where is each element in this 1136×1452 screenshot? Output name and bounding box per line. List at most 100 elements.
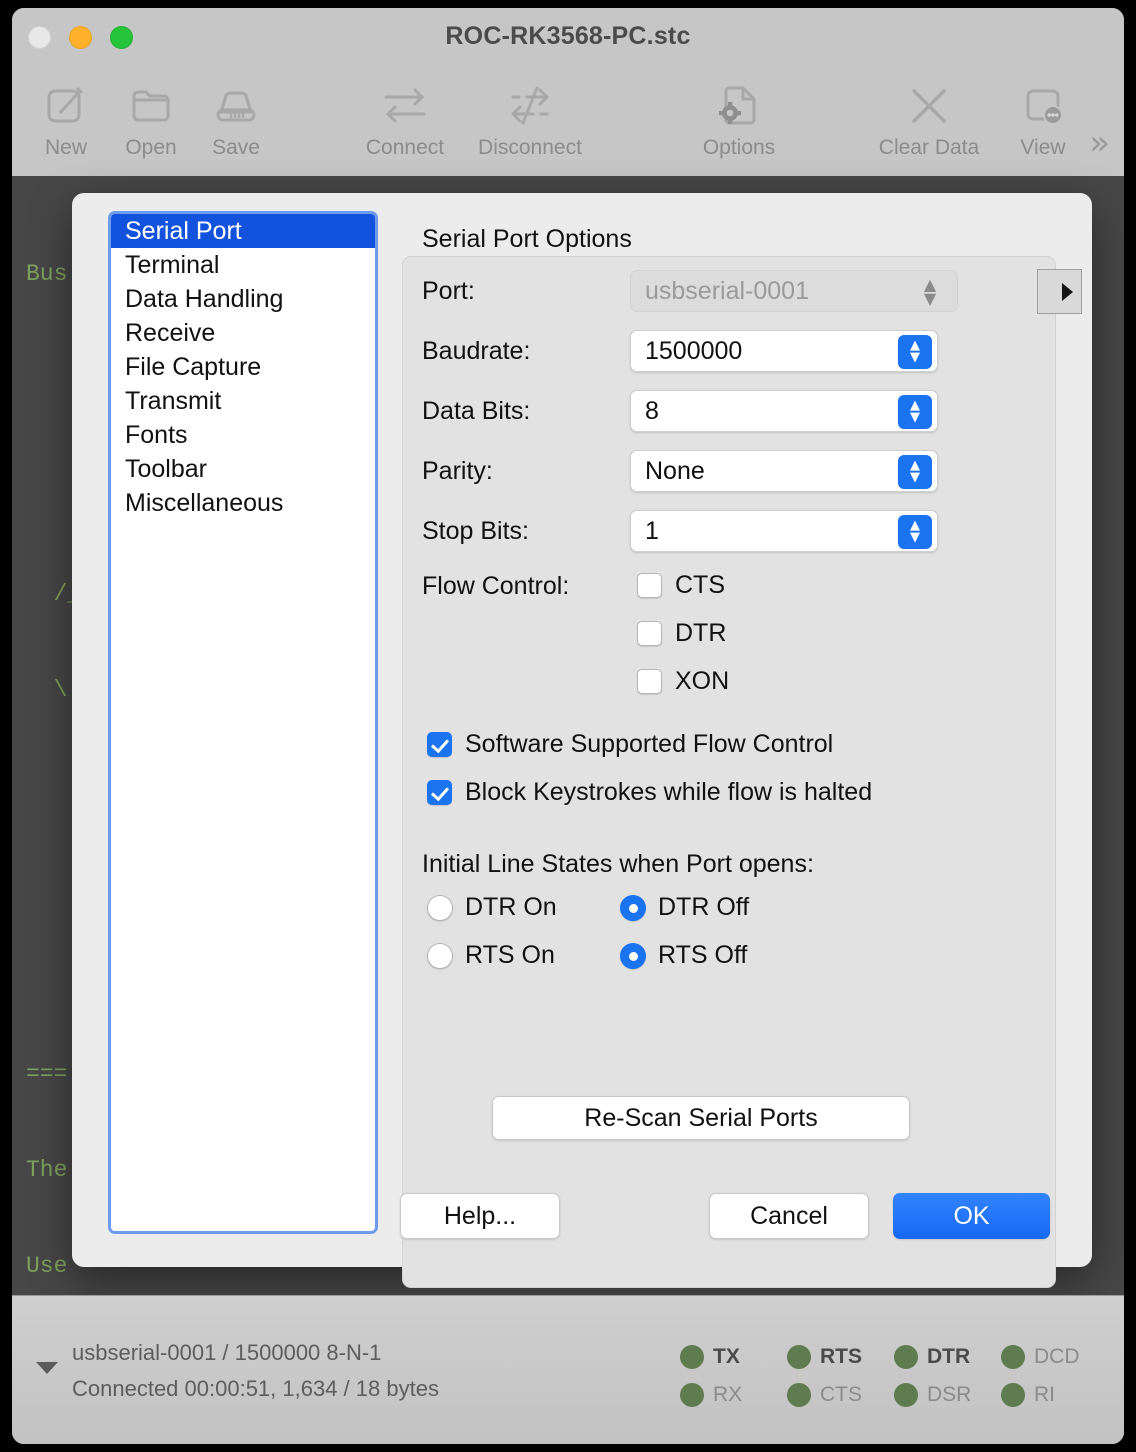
parity-value: None	[645, 456, 705, 485]
stop-bits-label: Stop Bits:	[422, 516, 529, 545]
baudrate-select[interactable]: 1500000 ▲ ▼	[630, 330, 938, 372]
led-indicator-icon	[680, 1345, 704, 1369]
checkbox-xon[interactable]	[637, 669, 662, 694]
toolbar-label: Connect	[365, 136, 445, 159]
baudrate-label: Baudrate:	[422, 336, 531, 365]
cancel-button[interactable]: Cancel	[709, 1193, 869, 1239]
port-row: Port: usbserial-0001 ▲ ▼	[422, 269, 1082, 314]
data-bits-row: Data Bits: 8 ▲ ▼	[422, 390, 1042, 432]
port-select[interactable]: usbserial-0001 ▲ ▼	[630, 270, 958, 312]
checkbox-xon-label: XON	[675, 667, 730, 695]
led-indicator-icon	[787, 1345, 811, 1369]
led-label: DTR	[927, 1345, 971, 1368]
save-disk-icon	[184, 72, 288, 138]
radio-dtr-on[interactable]	[427, 894, 453, 921]
help-button[interactable]: Help...	[400, 1193, 560, 1239]
led-ri: RI	[1001, 1383, 1108, 1407]
flow-control-dtr-row[interactable]: DTR	[637, 619, 726, 648]
led-cts: CTS	[787, 1383, 894, 1407]
flow-control-label: Flow Control:	[422, 572, 570, 600]
checkbox-cts-label: CTS	[675, 571, 725, 599]
toolbar-item-view[interactable]: View	[991, 72, 1095, 160]
parity-select[interactable]: None ▲ ▼	[630, 450, 938, 492]
sidebar-item-receive[interactable]: Receive	[111, 316, 375, 350]
stepper-icon[interactable]: ▲ ▼	[898, 455, 932, 489]
data-bits-select[interactable]: 8 ▲ ▼	[630, 390, 938, 432]
toolbar-item-connect[interactable]: Connect	[353, 72, 457, 160]
led-tx: TX	[680, 1345, 787, 1369]
flow-control-cts-row[interactable]: CTS	[637, 571, 725, 600]
dtr-on-row[interactable]: DTR On	[427, 893, 557, 922]
ok-button[interactable]: OK	[893, 1193, 1050, 1239]
title-bar: ROC-RK3568-PC.stc	[12, 8, 1124, 66]
toolbar-item-clear-data[interactable]: Clear Data	[877, 72, 981, 160]
checkbox-cts[interactable]	[637, 573, 662, 598]
sidebar-item-miscellaneous[interactable]: Miscellaneous	[111, 486, 375, 520]
led-label: RX	[713, 1383, 743, 1406]
toolbar-item-save[interactable]: Save	[184, 72, 288, 160]
toolbar-label: Save	[212, 136, 260, 159]
stepper-icon[interactable]: ▲ ▼	[898, 515, 932, 549]
block-keystrokes-row[interactable]: Block Keystrokes while flow is halted	[427, 778, 872, 807]
sidebar-item-fonts[interactable]: Fonts	[111, 418, 375, 452]
chevron-updown-icon: ▲ ▼	[923, 275, 937, 308]
led-rx: RX	[680, 1383, 787, 1407]
led-label: DCD	[1034, 1345, 1080, 1368]
toolbar: New Open Save Connect Disconnect Options…	[12, 66, 1124, 177]
toolbar-item-disconnect[interactable]: Disconnect	[478, 72, 582, 160]
checkbox-software-flow-control[interactable]	[427, 732, 452, 757]
stepper-icon[interactable]: ▲ ▼	[898, 335, 932, 369]
checkbox-dtr[interactable]	[637, 621, 662, 646]
radio-rts-off-label: RTS Off	[658, 941, 748, 969]
sidebar-item-data-handling[interactable]: Data Handling	[111, 282, 375, 316]
status-connection-stats: Connected 00:00:51, 1,634 / 18 bytes	[72, 1376, 439, 1401]
sidebar-item-toolbar[interactable]: Toolbar	[111, 452, 375, 486]
stop-bits-select[interactable]: 1 ▲ ▼	[630, 510, 938, 552]
sidebar-item-serial-port[interactable]: Serial Port	[111, 214, 375, 248]
flow-control-xon-row[interactable]: XON	[637, 667, 729, 696]
disconnect-arrows-icon	[478, 72, 582, 138]
sidebar-item-file-capture[interactable]: File Capture	[111, 350, 375, 384]
sidebar-item-transmit[interactable]: Transmit	[111, 384, 375, 418]
settings-category-list[interactable]: Serial Port Terminal Data Handling Recei…	[108, 211, 378, 1234]
rts-off-row[interactable]: RTS Off	[620, 941, 747, 970]
sidebar-item-terminal[interactable]: Terminal	[111, 248, 375, 282]
screen: ROC-RK3568-PC.stc New Open Save Connect …	[0, 0, 1136, 1452]
led-label: TX	[713, 1345, 740, 1368]
port-value: usbserial-0001	[645, 276, 809, 305]
software-flow-control-row[interactable]: Software Supported Flow Control	[427, 730, 833, 759]
data-bits-label: Data Bits:	[422, 396, 531, 425]
initial-line-states-header: Initial Line States when Port opens:	[422, 850, 814, 878]
led-rts: RTS	[787, 1345, 894, 1369]
led-label: DSR	[927, 1383, 972, 1406]
led-row-top: TX RTS DTR DCD	[680, 1338, 1108, 1376]
rescan-serial-ports-button[interactable]: Re-Scan Serial Ports	[492, 1096, 910, 1140]
led-dcd: DCD	[1001, 1345, 1108, 1369]
led-indicator-icon	[680, 1383, 704, 1407]
clear-x-icon	[877, 72, 981, 138]
toolbar-label: View	[1020, 136, 1066, 159]
led-row-bottom: RX CTS DSR RI	[680, 1376, 1108, 1414]
status-disclosure-triangle-icon[interactable]	[36, 1362, 58, 1374]
led-label: CTS	[820, 1383, 862, 1406]
led-label: RTS	[820, 1345, 862, 1368]
led-indicator-icon	[1001, 1345, 1025, 1369]
radio-dtr-off[interactable]	[620, 894, 646, 921]
radio-rts-on[interactable]	[427, 942, 453, 969]
document-gear-icon	[687, 72, 791, 138]
checkbox-block-keystrokes[interactable]	[427, 780, 452, 805]
window-title: ROC-RK3568-PC.stc	[445, 22, 691, 50]
toolbar-overflow-icon[interactable]: »	[1089, 126, 1110, 160]
toolbar-item-options[interactable]: Options	[687, 72, 791, 160]
dtr-off-row[interactable]: DTR Off	[620, 893, 749, 922]
stop-bits-row: Stop Bits: 1 ▲ ▼	[422, 510, 1042, 552]
led-indicator-icon	[894, 1345, 918, 1369]
led-dsr: DSR	[894, 1383, 1001, 1407]
stepper-icon[interactable]: ▲ ▼	[898, 395, 932, 429]
led-indicator-icon	[894, 1383, 918, 1407]
panel-title: Serial Port Options	[422, 225, 632, 253]
checkbox-dtr-label: DTR	[675, 619, 727, 647]
port-disclosure-button[interactable]	[1037, 269, 1082, 314]
rts-on-row[interactable]: RTS On	[427, 941, 555, 970]
radio-rts-off[interactable]	[620, 942, 646, 969]
